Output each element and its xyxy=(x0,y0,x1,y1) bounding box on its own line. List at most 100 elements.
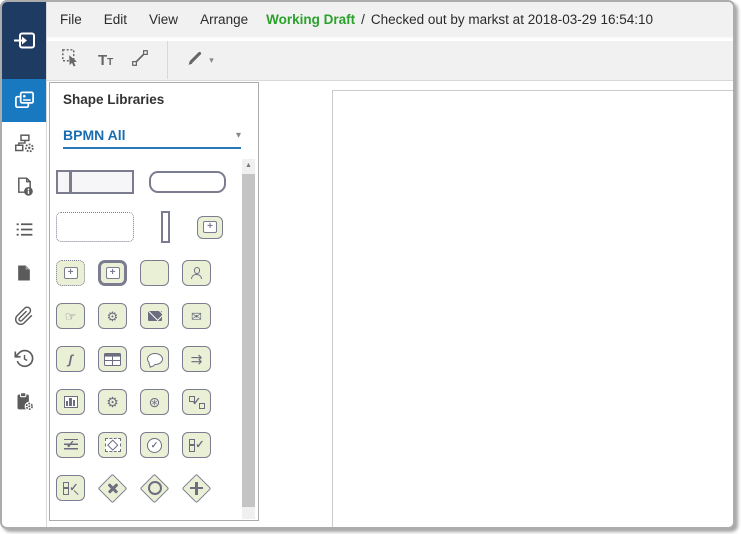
speech-bubble-icon xyxy=(146,353,163,365)
paperclip-icon xyxy=(14,305,34,326)
shape-send-receive-task[interactable]: ⇉ xyxy=(182,346,211,372)
double-arrow-icon: ⇉ xyxy=(190,351,203,367)
shape-event-subprocess[interactable]: + xyxy=(56,260,85,286)
shape-checklist-task[interactable]: ✓ xyxy=(56,432,85,458)
shape-adhoc-task[interactable] xyxy=(98,432,127,458)
library-selector[interactable]: BPMN All ▾ xyxy=(63,123,241,149)
status-separator: / xyxy=(361,12,365,27)
select-cursor-icon xyxy=(61,48,81,73)
checklist-icon: ✓ xyxy=(63,438,78,452)
shape-task-green[interactable] xyxy=(140,260,169,286)
menu-file[interactable]: File xyxy=(60,12,82,27)
envelope-icon: ✉ xyxy=(191,308,202,324)
process-structure-tab[interactable] xyxy=(2,122,46,165)
palette-row: + xyxy=(56,211,234,243)
shape-manual-task[interactable]: ☞ xyxy=(56,303,85,329)
shape-multi-check-task[interactable]: ✓ xyxy=(182,432,211,458)
shape-libraries-tab[interactable] xyxy=(2,79,46,122)
flowchart-gear-icon xyxy=(14,133,35,154)
x-mark-icon xyxy=(107,482,119,494)
document-info-icon xyxy=(14,176,35,197)
pages-tab[interactable] xyxy=(2,251,46,294)
shape-report-task[interactable] xyxy=(56,389,85,415)
shape-approved-task[interactable]: ✓ xyxy=(140,432,169,458)
palette-row: ✓ ✓ ✓ xyxy=(56,432,234,458)
shape-linked-check-task[interactable]: ✓ xyxy=(56,475,85,501)
shape-business-rule-task[interactable] xyxy=(98,346,127,372)
checked-out-text: Checked out by markst at 2018-03-29 16:5… xyxy=(370,12,654,27)
brush-icon xyxy=(185,48,205,73)
shape-gear-task[interactable]: ⚙ xyxy=(98,389,127,415)
workflow-state-label[interactable]: Working Draft xyxy=(266,12,355,27)
left-sidebar xyxy=(2,2,47,527)
shape-inclusive-gateway[interactable] xyxy=(139,473,170,503)
shape-call-activity[interactable]: + xyxy=(98,260,127,286)
shape-annotation-task[interactable] xyxy=(140,346,169,372)
shape-send-task[interactable] xyxy=(140,303,169,329)
person-icon xyxy=(191,267,203,279)
page-icon xyxy=(14,263,34,283)
gears-icon: ⚙ xyxy=(106,308,119,324)
shape-pool[interactable] xyxy=(56,170,134,194)
shape-task-rounded[interactable] xyxy=(149,171,226,193)
text-tool[interactable]: TT xyxy=(98,52,113,70)
attachments-tab[interactable] xyxy=(2,294,46,337)
palette-row: ⚙ ⊛ ✓ xyxy=(56,389,234,415)
palette-row: + + xyxy=(56,260,234,286)
clipboard-gear-icon xyxy=(14,391,35,412)
shape-group[interactable] xyxy=(56,212,134,242)
plus-icon: + xyxy=(203,221,217,233)
plus-icon: + xyxy=(105,267,120,279)
table-icon xyxy=(104,352,121,366)
history-tab[interactable] xyxy=(2,337,46,380)
shape-flow-check-task[interactable]: ✓ xyxy=(182,389,211,415)
shape-grid: + + + ☞ ⚙ ✉ ʃ ⇉ ⚙ ⊛ ✓ ✓ ✓ ✓ ✓ xyxy=(56,158,234,519)
app-window: File Edit View Arrange Working Draft / Chec… xyxy=(0,0,735,529)
shape-parallel-gateway[interactable] xyxy=(181,473,212,503)
palette-row: ✓ xyxy=(56,473,234,503)
shape-libraries-panel: Shape Libraries BPMN All ▾ + + + ☞ ⚙ ✉ ʃ ⇉ ⚙ ⊛ ✓ ✓ ✓… xyxy=(49,82,259,521)
attributes-list-tab[interactable] xyxy=(2,208,46,251)
library-selector-value: BPMN All xyxy=(63,127,126,143)
palette-row: ☞ ⚙ ✉ xyxy=(56,303,234,329)
canvas-area xyxy=(260,82,733,527)
shape-system-task[interactable]: ⊛ xyxy=(140,389,169,415)
menu-arrange[interactable]: Arrange xyxy=(200,12,248,27)
scroll-up-icon[interactable]: ▲ xyxy=(242,159,255,172)
history-icon xyxy=(13,348,35,369)
chevron-down-icon: ▾ xyxy=(209,55,214,65)
panel-scrollbar[interactable]: ▲ xyxy=(242,159,255,519)
shape-expanded-subprocess[interactable]: + xyxy=(197,215,223,239)
menu-edit[interactable]: Edit xyxy=(104,12,127,27)
hand-icon: ☞ xyxy=(64,308,77,324)
shape-script-task[interactable]: ʃ xyxy=(56,346,85,372)
palette-row xyxy=(56,170,234,194)
shape-receive-task[interactable]: ✉ xyxy=(182,303,211,329)
drawing-page[interactable] xyxy=(332,90,733,527)
select-tool[interactable] xyxy=(61,48,81,73)
plus-icon: + xyxy=(63,267,78,279)
shape-lane[interactable] xyxy=(161,211,170,243)
ring-icon xyxy=(147,481,162,495)
style-brush-tool[interactable]: ▾ xyxy=(185,48,214,73)
bar-chart-icon xyxy=(63,396,78,408)
shape-exclusive-gateway[interactable] xyxy=(97,473,128,503)
script-icon: ʃ xyxy=(68,351,73,367)
palette-row: ʃ ⇉ xyxy=(56,346,234,372)
menu-items: File Edit View Arrange xyxy=(60,12,248,27)
governance-tab[interactable] xyxy=(2,380,46,423)
document-info-tab[interactable] xyxy=(2,165,46,208)
toolbar-separator xyxy=(167,41,169,79)
menu-view[interactable]: View xyxy=(149,12,178,27)
connector-tool[interactable] xyxy=(130,48,150,73)
collapse-panel[interactable] xyxy=(2,2,46,79)
scrollbar-thumb[interactable] xyxy=(242,174,255,507)
plus-mark-icon xyxy=(190,481,203,495)
adhoc-marker-icon xyxy=(104,438,121,452)
gear-icon: ⚙ xyxy=(106,394,119,410)
squares-check-icon: ✓ xyxy=(188,438,205,452)
shape-service-task[interactable]: ⚙ xyxy=(98,303,127,329)
tool-bar: TT ▾ xyxy=(47,41,733,81)
shape-user-task[interactable] xyxy=(182,260,211,286)
exit-icon xyxy=(12,31,36,51)
